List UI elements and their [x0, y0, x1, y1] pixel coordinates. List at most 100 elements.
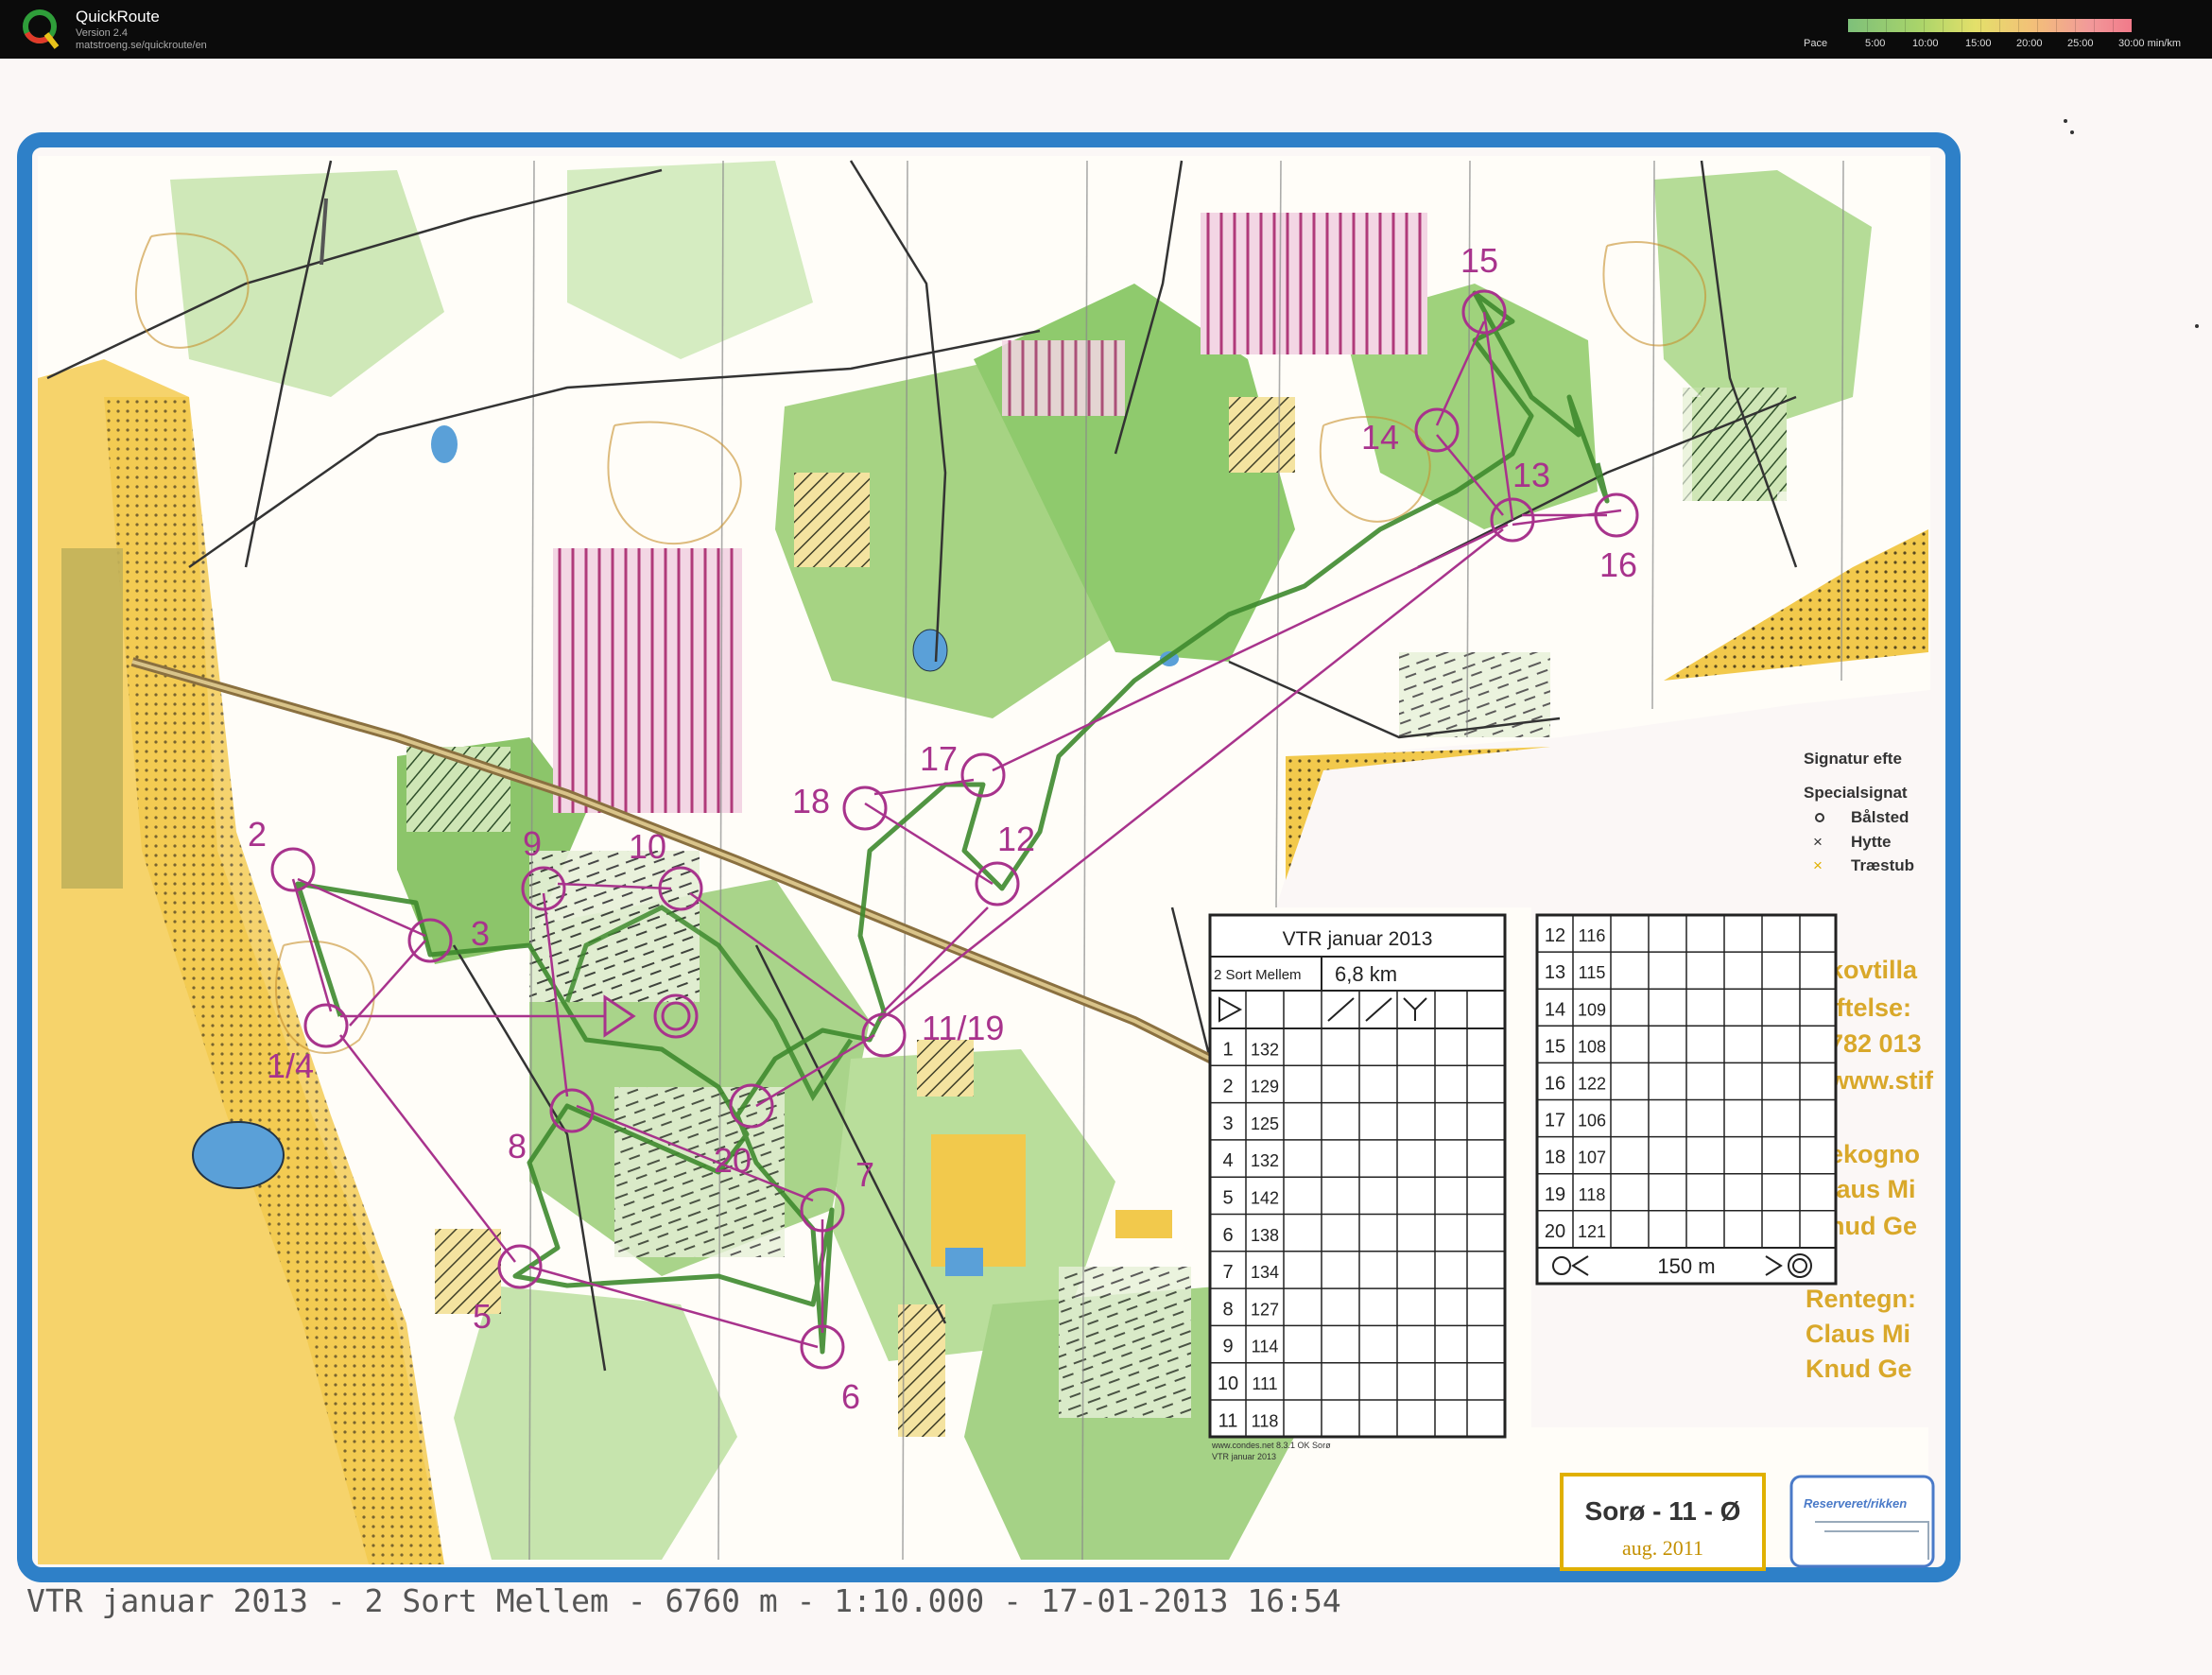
pond [912, 629, 948, 672]
rough-open-hatched [794, 473, 870, 567]
control-label-18: 18 [792, 782, 830, 820]
right-row-code: 115 [1579, 963, 1606, 982]
control-label-12: 12 [997, 820, 1035, 858]
side-text-9: Claus Mi [1806, 1320, 1910, 1348]
vegetation-dashes [1399, 652, 1550, 737]
left-row-code: 138 [1251, 1226, 1279, 1245]
left-row-code: 142 [1251, 1189, 1279, 1208]
right-row-number: 19 [1545, 1184, 1565, 1205]
rough-open-hatched [898, 1304, 945, 1437]
control-label-11-19: 11/19 [922, 1009, 1004, 1047]
control-label-2: 2 [248, 815, 267, 854]
right-row-number: 13 [1545, 962, 1565, 983]
right-row-number: 12 [1545, 925, 1565, 946]
app-version: Version 2.4 [76, 27, 129, 39]
restricted-area [553, 548, 742, 813]
app-title-bar: QuickRoute Version 2.4 matstroeng.se/qui… [0, 0, 2212, 59]
control-label-9: 9 [523, 824, 542, 863]
side-text-4: www.stif [1828, 1066, 1934, 1095]
side-text-5: ekogno [1829, 1140, 1920, 1168]
desc-length: 6,8 km [1335, 962, 1397, 986]
left-row-number: 1 [1222, 1039, 1233, 1060]
left-row-number: 9 [1222, 1337, 1233, 1357]
control-label-1-4: 1/4 [267, 1046, 314, 1085]
map-name: Sorø - 11 - Ø [1585, 1496, 1741, 1526]
right-row-code: 116 [1579, 926, 1606, 945]
side-text-7: nud Ge [1829, 1212, 1917, 1240]
control-description-sheet-right: 12 116 13 115 14 109 15 108 16 122 17 106 18 107 19 118… [1535, 913, 1838, 1286]
control-label-6: 6 [841, 1377, 860, 1416]
control-label-16: 16 [1599, 545, 1637, 584]
left-row-code: 114 [1252, 1338, 1279, 1356]
pace-tick-30: 30:00 min/km [2118, 38, 2182, 49]
left-row-number: 2 [1222, 1077, 1233, 1097]
right-row-number: 18 [1545, 1148, 1565, 1168]
app-name: QuickRoute [76, 8, 160, 26]
rough-open-hatched [917, 1040, 974, 1097]
control-description-sheet-left: VTR januar 2013 2 Sort Mellem 6,8 km 1 13… [1208, 913, 1507, 1461]
legend-item-hut: Hytte [1851, 833, 1892, 851]
right-row-code: 121 [1578, 1222, 1606, 1241]
legend-subtitle: Specialsignat [1804, 784, 1908, 802]
app-url[interactable]: matstroeng.se/quickroute/en [76, 40, 207, 51]
control-label-17: 17 [920, 739, 958, 778]
left-row-code: 132 [1251, 1040, 1279, 1059]
right-row-number: 17 [1545, 1111, 1565, 1131]
left-row-number: 3 [1222, 1114, 1233, 1134]
right-row-number: 20 [1545, 1221, 1565, 1242]
quickroute-logo-icon [23, 9, 60, 49]
legend-title: Signatur efte [1804, 750, 1902, 768]
left-row-number: 10 [1218, 1373, 1238, 1394]
left-row-number: 11 [1218, 1410, 1238, 1431]
left-row-code: 118 [1252, 1411, 1279, 1430]
reserve-box: Reserveret/rikken [1789, 1475, 1935, 1568]
finish-distance: 150 m [1657, 1254, 1715, 1278]
map-name-box: Sorø - 11 - Ø aug. 2011 [1560, 1473, 1766, 1571]
right-row-number: 15 [1545, 1036, 1565, 1057]
vegetation-dashes [1059, 1267, 1191, 1418]
side-text-8: Rentegn: [1806, 1285, 1916, 1313]
right-row-code: 118 [1579, 1185, 1606, 1204]
right-row-code: 106 [1578, 1112, 1606, 1131]
desc-credit-2: VTR januar 2013 [1212, 1452, 1276, 1461]
pond [945, 1248, 983, 1276]
desc-title: VTR januar 2013 [1283, 928, 1433, 950]
left-row-code: 127 [1251, 1300, 1279, 1319]
control-label-15: 15 [1460, 241, 1498, 280]
rough-open-hatched [1229, 397, 1295, 473]
pace-label: Pace [1804, 38, 1828, 49]
stump-symbol-icon: × [1813, 856, 1823, 874]
control-label-14: 14 [1361, 418, 1399, 457]
control-label-5: 5 [473, 1297, 492, 1336]
left-row-number: 5 [1222, 1188, 1233, 1209]
right-row-code: 122 [1578, 1075, 1606, 1094]
legend-item-stump: Træstub [1851, 856, 1914, 874]
side-text-2: iftelse: [1829, 993, 1911, 1022]
desc-class: 2 Sort Mellem [1214, 967, 1302, 983]
left-row-code: 134 [1251, 1263, 1279, 1282]
pace-tick-15: 15:00 [1965, 38, 1992, 49]
left-row-number: 7 [1222, 1262, 1233, 1283]
control-label-20: 20 [714, 1141, 752, 1180]
desc-credit-1: www.condes.net 8.3.1 OK Sorø [1211, 1441, 1331, 1450]
control-label-10: 10 [629, 827, 666, 866]
map-canvas[interactable]: 2 3 1/4 5 6 7 8 9 10 11/19 12 13 14 15 1… [0, 59, 2212, 1670]
settlement-west [61, 548, 123, 889]
pace-color-scale [1848, 19, 2132, 32]
left-row-code: 132 [1251, 1151, 1279, 1170]
lake-west [192, 1121, 285, 1189]
hut-symbol-icon: × [1813, 833, 1823, 851]
left-row-code: 125 [1251, 1114, 1279, 1133]
right-row-code: 108 [1578, 1037, 1606, 1056]
left-row-number: 4 [1222, 1150, 1233, 1171]
pace-tick-20: 20:00 [2016, 38, 2043, 49]
right-row-number: 14 [1545, 999, 1565, 1020]
restricted-area [1002, 340, 1125, 416]
control-label-13: 13 [1512, 456, 1550, 494]
left-row-code: 111 [1252, 1374, 1277, 1393]
map-date: aug. 2011 [1622, 1536, 1703, 1560]
side-text-10: Knud Ge [1806, 1355, 1912, 1383]
right-row-number: 16 [1545, 1074, 1565, 1095]
side-text-6: laus Mi [1829, 1175, 1916, 1203]
right-row-code: 107 [1578, 1148, 1606, 1167]
